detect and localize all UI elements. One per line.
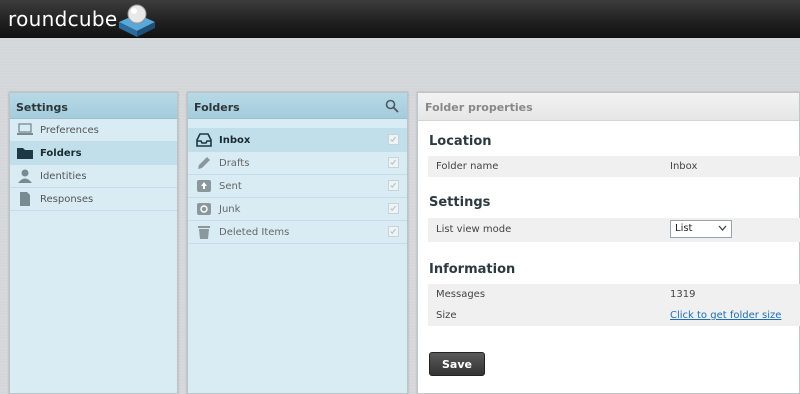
list-view-mode-select[interactable]: List	[670, 220, 732, 238]
folders-title-text: Folders	[194, 101, 240, 114]
subscribe-checkbox[interactable]	[388, 180, 399, 191]
get-folder-size-link[interactable]: Click to get folder size	[670, 310, 781, 321]
computer-icon	[17, 123, 33, 135]
folder-item-sent[interactable]: Sent	[188, 175, 407, 198]
pencil-icon	[198, 157, 210, 169]
search-icon[interactable]	[385, 99, 399, 113]
roundcube-logo-icon	[119, 4, 155, 37]
person-icon	[18, 169, 32, 183]
settings-item-label: Identities	[40, 171, 87, 182]
size-row: Size Click to get folder size	[428, 305, 800, 326]
trash-icon	[198, 226, 210, 239]
settings-item-label: Preferences	[40, 125, 99, 136]
settings-item-preferences[interactable]: Preferences	[10, 119, 177, 142]
save-button[interactable]: Save	[429, 352, 485, 376]
settings-item-responses[interactable]: Responses	[10, 188, 177, 211]
folder-label: Deleted Items	[219, 227, 290, 238]
settings-item-label: Responses	[40, 194, 94, 205]
folder-name-value: Inbox	[670, 161, 698, 172]
folder-item-junk[interactable]: Junk	[188, 198, 407, 221]
messages-value: 1319	[670, 289, 696, 300]
folders-list-header	[188, 119, 407, 129]
folders-panel: Folders Inbox Drafts Sent Junk Deleted I…	[187, 92, 408, 394]
size-label: Size	[436, 310, 457, 321]
list-view-mode-label: List view mode	[436, 224, 512, 235]
logo-text: roundcube	[8, 7, 118, 31]
subscribe-checkbox[interactable]	[388, 134, 399, 145]
document-icon	[20, 192, 30, 206]
settings-panel-title: Settings	[10, 93, 177, 119]
chevron-down-icon	[718, 225, 727, 231]
settings-item-label: Folders	[40, 148, 82, 159]
settings-item-folders[interactable]: Folders	[10, 142, 177, 165]
folder-properties-title: Folder properties	[418, 93, 799, 121]
folder-label: Inbox	[219, 135, 251, 146]
folder-item-deleted-items[interactable]: Deleted Items	[188, 221, 407, 244]
folders-panel-title: Folders	[188, 93, 407, 119]
sent-icon	[197, 180, 211, 192]
folder-item-inbox[interactable]: Inbox	[188, 129, 407, 152]
subscribe-checkbox[interactable]	[388, 226, 399, 237]
top-bar: roundcube	[0, 0, 800, 38]
messages-label: Messages	[436, 289, 486, 300]
folder-label: Sent	[219, 181, 242, 192]
settings-item-identities[interactable]: Identities	[10, 165, 177, 188]
information-heading: Information	[429, 262, 516, 277]
subscribe-checkbox[interactable]	[388, 203, 399, 214]
location-heading: Location	[429, 134, 492, 149]
list-view-mode-row: List view mode List	[428, 218, 800, 242]
folder-label: Drafts	[219, 158, 250, 169]
inbox-icon	[196, 133, 212, 147]
settings-panel: Settings Preferences Folders Identities …	[9, 92, 178, 394]
settings-heading: Settings	[429, 195, 491, 210]
list-view-mode-value: List	[675, 223, 693, 234]
subscribe-checkbox[interactable]	[388, 157, 399, 168]
folder-name-row: Folder name Inbox	[428, 156, 800, 177]
folder-icon	[17, 148, 33, 159]
messages-row: Messages 1319	[428, 284, 800, 305]
folder-item-drafts[interactable]: Drafts	[188, 152, 407, 175]
junk-icon	[197, 203, 211, 215]
folder-properties-panel: Folder properties Location Folder name I…	[417, 92, 800, 394]
folder-label: Junk	[219, 204, 241, 215]
folder-name-label: Folder name	[436, 161, 499, 172]
